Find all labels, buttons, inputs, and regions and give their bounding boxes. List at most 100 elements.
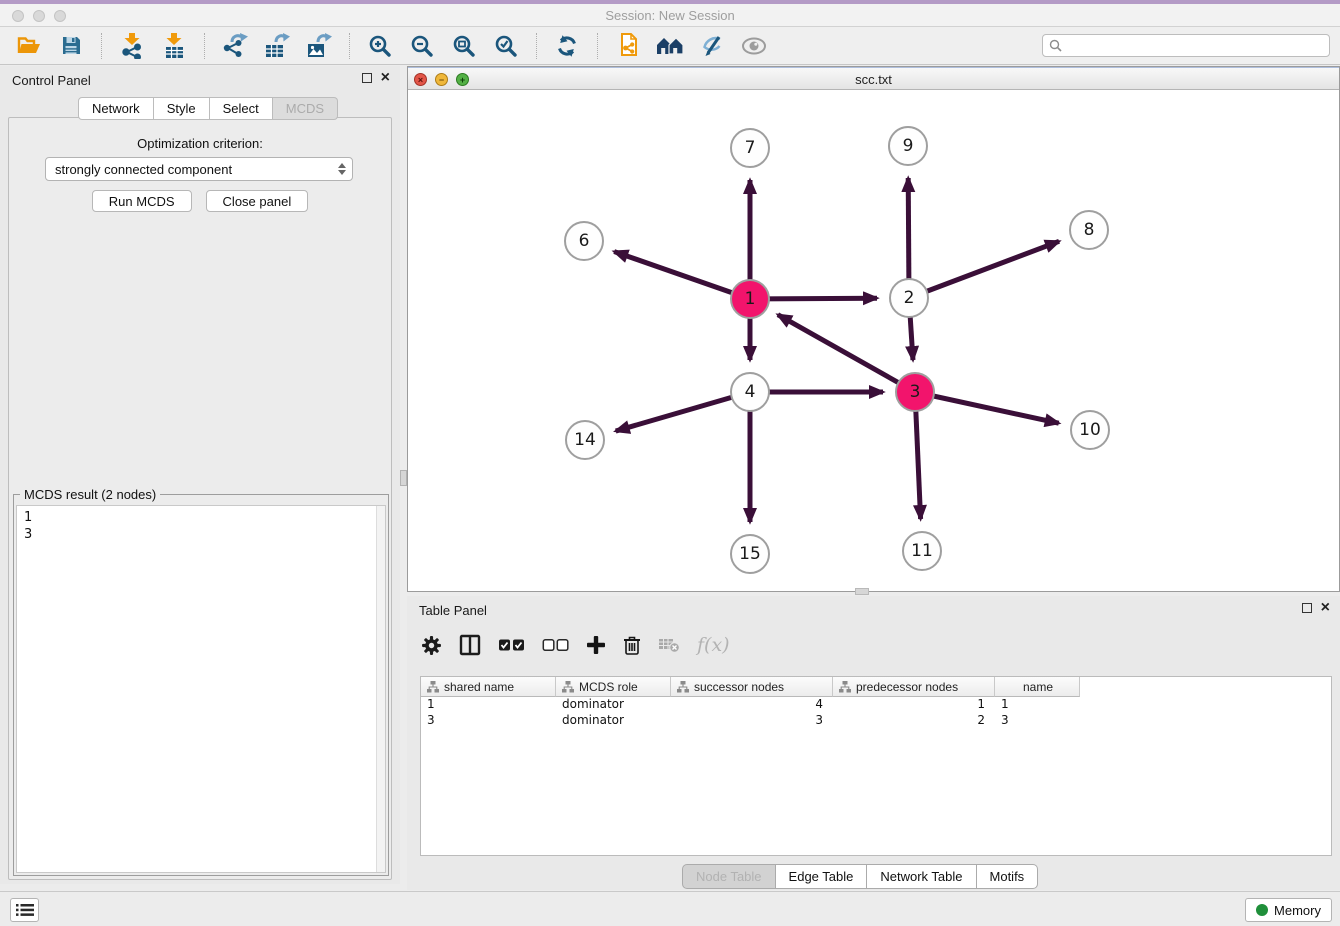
zoom-fit-button[interactable] bbox=[449, 31, 479, 61]
graph-edge-4-14[interactable] bbox=[616, 392, 750, 431]
open-session-button[interactable] bbox=[14, 31, 44, 61]
column-header-shared-name[interactable]: shared name bbox=[421, 677, 556, 697]
zoom-out-button[interactable] bbox=[407, 31, 437, 61]
export-network-button[interactable] bbox=[220, 31, 250, 61]
close-panel-icon[interactable]: × bbox=[1321, 603, 1330, 613]
window-titlebar: Session: New Session bbox=[0, 0, 1340, 27]
zoom-selected-button[interactable] bbox=[491, 31, 521, 61]
network-view-window: × − + scc.txt 7 9 6 8 1 2 4 3 14 10 15 11 bbox=[407, 66, 1340, 592]
first-neighbors-button[interactable] bbox=[655, 31, 685, 61]
table-panel-title: Table Panel bbox=[419, 603, 487, 618]
vertical-splitter[interactable] bbox=[400, 66, 407, 884]
column-header-label: successor nodes bbox=[694, 680, 784, 694]
task-history-button[interactable] bbox=[10, 898, 39, 922]
close-panel-button[interactable]: Close panel bbox=[206, 190, 309, 212]
status-bar: Memory bbox=[0, 891, 1340, 926]
graph-node-11[interactable]: 11 bbox=[902, 531, 942, 571]
table-row[interactable]: 3dominator323 bbox=[421, 713, 1331, 729]
graph-edge-2-8[interactable] bbox=[909, 241, 1059, 298]
result-scrollbar[interactable] bbox=[376, 506, 385, 872]
table-panel: Table Panel × f(x) shared nameMCDS roles… bbox=[407, 596, 1340, 890]
search-input[interactable] bbox=[1067, 39, 1323, 53]
mcds-result-textarea[interactable]: 13 bbox=[16, 505, 386, 873]
float-panel-icon[interactable] bbox=[362, 73, 372, 83]
run-mcds-button[interactable]: Run MCDS bbox=[92, 190, 192, 212]
function-builder-icon: f(x) bbox=[697, 634, 730, 656]
column-header-successor-nodes[interactable]: successor nodes bbox=[671, 677, 833, 697]
mcds-tab-content: Optimization criterion: strongly connect… bbox=[8, 117, 392, 880]
table-row[interactable]: 1dominator411 bbox=[421, 697, 1331, 713]
table-cell: 3 bbox=[421, 713, 556, 729]
control-panel: Control Panel × NetworkStyleSelectMCDS O… bbox=[0, 66, 400, 884]
graph-node-8[interactable]: 8 bbox=[1069, 210, 1109, 250]
tab-network-table[interactable]: Network Table bbox=[867, 864, 976, 889]
optimization-criterion-select[interactable]: strongly connected component bbox=[45, 157, 353, 181]
tab-motifs[interactable]: Motifs bbox=[977, 864, 1039, 889]
export-image-button[interactable] bbox=[304, 31, 334, 61]
import-table-icon bbox=[162, 33, 186, 59]
select-all-columns-button[interactable] bbox=[498, 639, 525, 652]
tab-node-table[interactable]: Node Table bbox=[682, 864, 776, 889]
table-cell: 1 bbox=[421, 697, 556, 713]
column-header-label: MCDS role bbox=[579, 680, 638, 694]
tab-edge-table[interactable]: Edge Table bbox=[776, 864, 868, 889]
tab-network[interactable]: Network bbox=[78, 97, 154, 120]
column-type-icon bbox=[839, 681, 851, 693]
table-cell: 2 bbox=[833, 713, 995, 729]
delete-column-button[interactable] bbox=[623, 635, 641, 656]
graph-edge-1-6[interactable] bbox=[614, 252, 750, 299]
show-columns-button[interactable] bbox=[459, 634, 481, 656]
column-header-predecessor-nodes[interactable]: predecessor nodes bbox=[833, 677, 995, 697]
save-session-icon bbox=[62, 36, 81, 55]
graph-node-2[interactable]: 2 bbox=[889, 278, 929, 318]
clone-network-button[interactable] bbox=[613, 31, 643, 61]
deselect-all-columns-button[interactable] bbox=[542, 639, 569, 652]
graph-edge-3-1[interactable] bbox=[778, 315, 915, 392]
export-table-button[interactable] bbox=[262, 31, 292, 61]
column-header-name[interactable]: name bbox=[995, 677, 1080, 697]
delete-table-button[interactable] bbox=[658, 637, 680, 653]
graph-node-3[interactable]: 3 bbox=[895, 372, 935, 412]
delete-table-icon bbox=[658, 637, 680, 653]
graph-node-7[interactable]: 7 bbox=[730, 128, 770, 168]
eye-button[interactable] bbox=[739, 31, 769, 61]
graph-node-9[interactable]: 9 bbox=[888, 126, 928, 166]
graph-node-4[interactable]: 4 bbox=[730, 372, 770, 412]
table-settings-button[interactable] bbox=[421, 635, 442, 656]
import-table-button[interactable] bbox=[159, 31, 189, 61]
graph-node-10[interactable]: 10 bbox=[1070, 410, 1110, 450]
zoom-in-button[interactable] bbox=[365, 31, 395, 61]
refresh-button[interactable] bbox=[552, 31, 582, 61]
tab-mcds[interactable]: MCDS bbox=[273, 97, 338, 120]
node-table: shared name MCDS role successor nodes prede… bbox=[420, 676, 1332, 856]
add-column-button[interactable] bbox=[586, 635, 606, 655]
tab-select[interactable]: Select bbox=[210, 97, 273, 120]
float-panel-icon[interactable] bbox=[1302, 603, 1312, 613]
zoom-out-icon bbox=[410, 34, 434, 58]
table-panel-tabs: Node TableEdge TableNetwork TableMotifs bbox=[682, 864, 1038, 889]
splitter-handle[interactable] bbox=[400, 470, 407, 486]
network-canvas[interactable]: 7 9 6 8 1 2 4 3 14 10 15 11 bbox=[408, 91, 1339, 591]
graph-node-15[interactable]: 15 bbox=[730, 534, 770, 574]
import-network-icon bbox=[120, 33, 144, 59]
mcds-result-lines: 13 bbox=[17, 506, 385, 546]
function-builder-button[interactable]: f(x) bbox=[697, 634, 730, 656]
close-panel-icon[interactable]: × bbox=[381, 73, 390, 83]
column-header-MCDS-role[interactable]: MCDS role bbox=[556, 677, 671, 697]
gear-icon bbox=[421, 635, 442, 656]
search-icon bbox=[1049, 39, 1062, 52]
column-type-icon bbox=[427, 681, 439, 693]
show-graphics-details-button[interactable] bbox=[697, 31, 727, 61]
import-network-button[interactable] bbox=[117, 31, 147, 61]
memory-button[interactable]: Memory bbox=[1245, 898, 1332, 922]
splitter-handle[interactable] bbox=[855, 588, 869, 595]
graph-node-1[interactable]: 1 bbox=[730, 279, 770, 319]
tab-style[interactable]: Style bbox=[154, 97, 210, 120]
graph-node-6[interactable]: 6 bbox=[564, 221, 604, 261]
search-box[interactable] bbox=[1042, 34, 1330, 57]
network-window-titlebar[interactable]: × − + scc.txt bbox=[408, 67, 1339, 90]
save-session-button[interactable] bbox=[56, 31, 86, 61]
graph-edge-3-10[interactable] bbox=[915, 392, 1059, 423]
graph-node-14[interactable]: 14 bbox=[565, 420, 605, 460]
table-cell: 3 bbox=[995, 713, 1080, 729]
